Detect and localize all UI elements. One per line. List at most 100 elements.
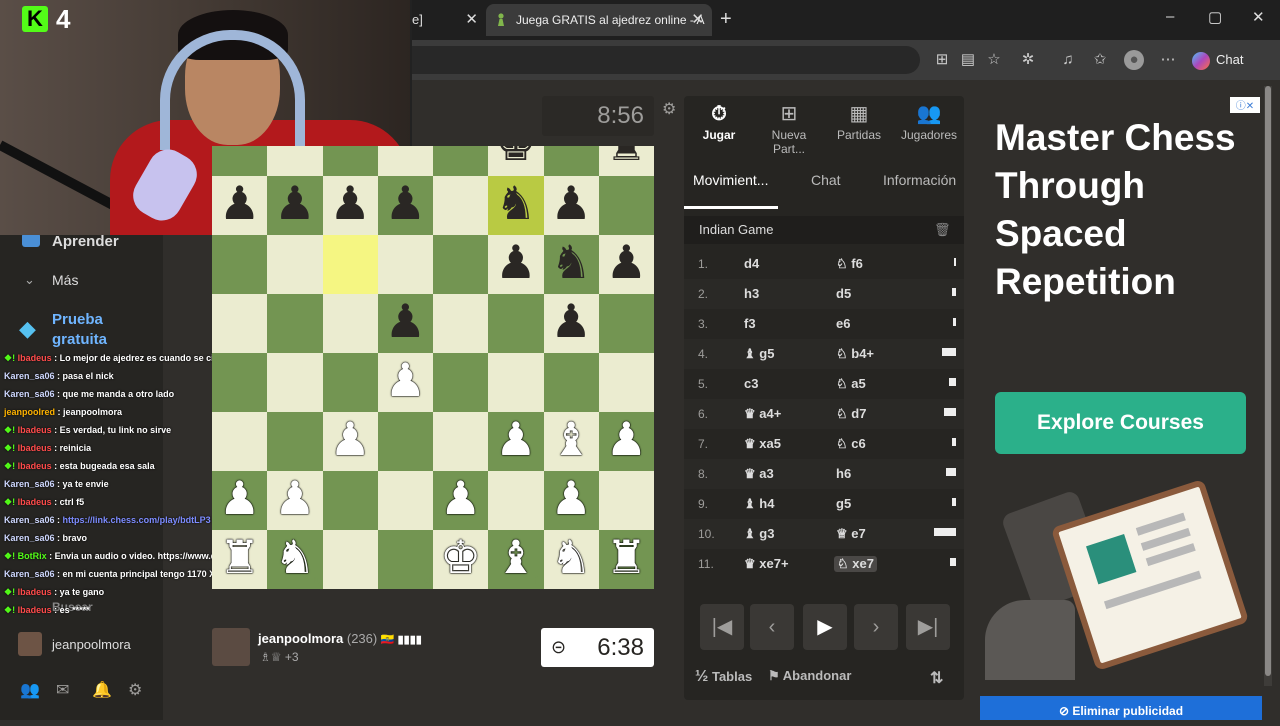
square-e7[interactable] [433, 176, 489, 235]
white-move[interactable]: ♝ g5 [744, 346, 774, 362]
draw-button[interactable]: ½ Tablas [695, 668, 752, 686]
close-icon[interactable]: ✕ [465, 8, 478, 32]
square-c2[interactable] [322, 471, 378, 530]
more-menu-icon[interactable]: ⋯ [1158, 50, 1178, 70]
minimize-button[interactable]: – [1166, 8, 1174, 25]
player-avatar[interactable] [212, 628, 250, 666]
black-move[interactable]: h6 [836, 466, 851, 481]
music-icon[interactable]: ♫ [1058, 50, 1078, 70]
close-icon[interactable]: ✕ [691, 4, 704, 36]
white-move[interactable]: ♛ a4+ [744, 406, 781, 422]
white-piece-e2[interactable]: ♟ [433, 469, 488, 528]
white-piece-c3[interactable]: ♟ [323, 410, 378, 469]
friends-icon[interactable]: 👥 [20, 680, 40, 700]
sidebar-item-trial-1[interactable]: Prueba [52, 311, 103, 328]
player-name[interactable]: jeanpoolmora [258, 631, 343, 646]
square-e8[interactable] [433, 146, 489, 176]
black-piece-f6[interactable]: ♟ [488, 233, 543, 292]
sidebar-item-trial-2[interactable]: gratuita [52, 331, 107, 348]
black-piece-h8[interactable]: ♜ [599, 146, 654, 174]
square-b3[interactable] [267, 412, 323, 471]
white-piece-d4[interactable]: ♟ [378, 351, 433, 410]
square-b4[interactable] [267, 353, 323, 412]
chat-username[interactable]: lbadeus [18, 587, 52, 597]
play-button[interactable]: ▶ [803, 604, 847, 650]
white-move[interactable]: c3 [744, 376, 758, 391]
chat-username[interactable]: Karen_sa06 [4, 479, 55, 489]
flip-board-icon[interactable]: ⇅ [930, 668, 943, 688]
square-d8[interactable] [377, 146, 433, 176]
square-h2[interactable] [598, 471, 654, 530]
chat-username[interactable]: Karen_sa06 [4, 371, 55, 381]
black-piece-d5[interactable]: ♟ [378, 292, 433, 351]
black-piece-b7[interactable]: ♟ [267, 174, 322, 233]
white-move[interactable]: ♛ xa5 [744, 436, 781, 452]
scrollbar[interactable] [1264, 86, 1272, 686]
black-piece-f8[interactable]: ♚ [488, 146, 543, 174]
tab-new-game[interactable]: ⊞ Nueva Part... [754, 96, 824, 156]
white-move[interactable]: d4 [744, 256, 759, 271]
tab-info[interactable]: Información [883, 172, 956, 188]
tab-moves[interactable]: Movimient... [693, 172, 768, 188]
white-piece-g2[interactable]: ♟ [544, 469, 599, 528]
profile-icon[interactable]: ● [1124, 50, 1144, 70]
chat-username[interactable]: Karen_sa06 [4, 569, 55, 579]
avatar[interactable] [18, 632, 42, 656]
sidebar-username[interactable]: jeanpoolmora [52, 637, 131, 652]
browser-tab-active[interactable]: Juega GRATIS al ajedrez online - A ✕ [486, 4, 712, 36]
trash-icon[interactable]: 🗑 [934, 222, 951, 238]
black-move[interactable]: g5 [836, 496, 851, 511]
white-move[interactable]: ♝ h4 [744, 496, 774, 512]
black-move[interactable]: ♘ b4+ [836, 346, 874, 362]
square-e5[interactable] [433, 294, 489, 353]
black-move[interactable]: ♘ a5 [836, 376, 866, 392]
square-f2[interactable] [488, 471, 544, 530]
scrollbar-thumb[interactable] [1265, 86, 1271, 676]
square-b6[interactable] [267, 235, 323, 294]
ad-title[interactable]: Master Chess Through Spaced Repetition [995, 114, 1255, 306]
square-d3[interactable] [377, 412, 433, 471]
black-piece-f7[interactable]: ♞ [488, 174, 543, 233]
square-f5[interactable] [488, 294, 544, 353]
black-move[interactable]: d5 [836, 286, 851, 301]
square-c5[interactable] [322, 294, 378, 353]
chat-link[interactable]: https://link.chess.com/play/bdtLP3 [63, 515, 211, 525]
square-e4[interactable] [433, 353, 489, 412]
extensions-icon[interactable]: ✲ [1018, 50, 1038, 70]
tab-players[interactable]: 👥 Jugadores [894, 96, 964, 142]
white-piece-f3[interactable]: ♟ [488, 410, 543, 469]
chat-username[interactable]: lbadeus [18, 425, 52, 435]
sidebar-item-learn[interactable]: Aprender [52, 233, 119, 250]
black-move[interactable]: ♕ e7 [836, 526, 866, 542]
address-bar[interactable] [412, 46, 920, 74]
black-piece-d7[interactable]: ♟ [378, 174, 433, 233]
white-move[interactable]: ♝ g3 [744, 526, 774, 542]
square-h5[interactable] [598, 294, 654, 353]
ad-info-icon[interactable]: ⓘ✕ [1230, 97, 1260, 113]
sidebar-item-more[interactable]: Más [52, 272, 78, 288]
chat-username[interactable]: lbadeus [18, 353, 52, 363]
tab-chat[interactable]: Chat [811, 172, 841, 188]
square-e3[interactable] [433, 412, 489, 471]
white-piece-g3[interactable]: ♝ [544, 410, 599, 469]
chat-username[interactable]: lbadeus [18, 461, 52, 471]
square-a8[interactable] [212, 146, 268, 176]
square-b8[interactable] [267, 146, 323, 176]
white-move[interactable]: f3 [744, 316, 756, 331]
chat-username[interactable]: lbadeus [18, 443, 52, 453]
chat-username[interactable]: Karen_sa06 [4, 515, 55, 525]
favorites-icon[interactable]: ✩ [1090, 50, 1110, 70]
white-move[interactable]: h3 [744, 286, 759, 301]
square-g4[interactable] [543, 353, 599, 412]
square-c4[interactable] [322, 353, 378, 412]
chess-board[interactable]: ♚♜♟♟♟♟♞♟♟♞♟♟♟♟♟♟♝♟♟♟♟♟♜♞♚♝♞♜7654321abcde… [212, 146, 654, 618]
board-settings-icon[interactable]: ⚙ [662, 99, 676, 119]
mail-icon[interactable]: ✉ [56, 680, 69, 700]
chat-username[interactable]: Karen_sa06 [4, 389, 55, 399]
chat-username[interactable]: jeanpoolred [4, 407, 55, 417]
square-b5[interactable] [267, 294, 323, 353]
black-move[interactable]: ♘ c6 [836, 436, 866, 452]
black-piece-g7[interactable]: ♟ [544, 174, 599, 233]
resign-button[interactable]: ⚑ Abandonar [768, 668, 851, 684]
white-move[interactable]: ♛ xe7+ [744, 556, 789, 572]
